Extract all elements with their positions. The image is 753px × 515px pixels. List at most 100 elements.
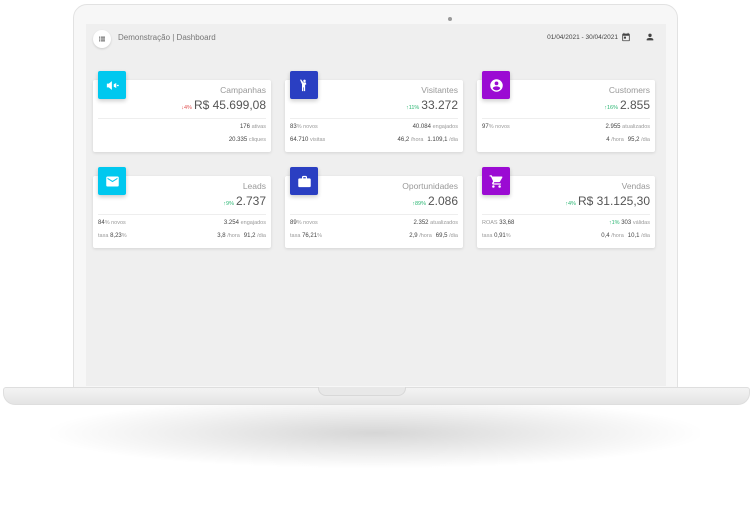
cliques-value: 20.335 (228, 137, 248, 143)
novos-label: % novos (296, 220, 318, 226)
atualizados-label: atualizados (622, 124, 650, 130)
taxa-unit: % (121, 233, 127, 239)
date-range[interactable]: 01/04/2021 - 30/04/2021 (547, 34, 618, 41)
dia-value: 1.109,1 (427, 137, 448, 143)
taxa-value: 8,23 (110, 233, 122, 239)
stat-row: 64.710 visitas (290, 137, 325, 143)
person-waving-icon (299, 78, 306, 91)
dia-label: /dia (449, 137, 458, 143)
stat-row: taxa 76,21% (290, 233, 322, 239)
email-icon (105, 176, 119, 186)
shopping-cart-icon (489, 174, 502, 188)
taxa-unit: % (505, 233, 511, 239)
vendas-card[interactable]: Vendas ↑4% R$ 31.125,30 ROAS 33,68 ↑1% 30… (477, 167, 655, 248)
stat-row: 3,8 /hora 91,2 /dia (217, 233, 266, 239)
trend-up: ↑11% (405, 105, 420, 111)
card-value: ↑11% 33.272 (406, 99, 458, 114)
leads-tile (98, 167, 126, 195)
taxa-label: taxa (290, 233, 301, 239)
trend-value: 11% (408, 105, 420, 111)
visitantes-card[interactable]: Visitantes ↑11% 33.272 83% novos 40.084 e… (285, 71, 463, 152)
engajados-value: 3.254 (223, 220, 239, 226)
dia-label: /dia (641, 233, 650, 239)
main-value: 2.855 (619, 98, 650, 112)
page-title: Demonstração | Dashboard (118, 33, 216, 42)
taxa-label: taxa (482, 233, 493, 239)
main-value: 2.086 (427, 194, 458, 208)
visitas-label: visitas (310, 137, 326, 143)
divider (98, 214, 266, 215)
calendar-icon[interactable] (621, 32, 631, 42)
hora-value: 3,8 (217, 233, 226, 239)
stat-row: 84% novos (98, 220, 126, 226)
hora-value: 0,4 (601, 233, 610, 239)
atualizados-label: atualizados (430, 220, 458, 226)
dia-label: /dia (257, 233, 266, 239)
novos-value: 89 (290, 220, 297, 226)
customers-tile (482, 71, 510, 99)
hora-value: 46,2 (397, 137, 410, 143)
list-icon (99, 36, 105, 42)
trend-value: 16% (606, 105, 618, 111)
card-value: ↑9% 2.737 (223, 195, 266, 210)
card-title: Vendas (621, 181, 650, 191)
stat-row: 20.335 cliques (229, 137, 266, 143)
stat-row: 2.352 atualizados (413, 220, 458, 226)
dia-value: 10,1 (627, 233, 640, 239)
novos-value: 84 (98, 220, 105, 226)
hora-label: /hora (410, 137, 424, 143)
menu-button[interactable] (93, 30, 111, 48)
megaphone-icon (106, 80, 119, 90)
stat-row: 46,2 /hora 1.109,1 /dia (398, 137, 458, 143)
hora-label: /hora (611, 233, 624, 239)
trend-value: 4% (567, 201, 576, 207)
roas-value: 33,68 (499, 220, 515, 226)
novos-value: 83 (290, 124, 297, 130)
atualizados-value: 2.352 (413, 220, 429, 226)
trend-up: ↑4% (565, 201, 576, 207)
card-value: ↓4% R$ 45.699,08 (181, 99, 266, 114)
main-value: 2.737 (235, 194, 266, 208)
campanhas-card[interactable]: Campanhas ↓4% R$ 45.699,08 176 ativas 20.… (93, 71, 271, 152)
leads-card[interactable]: Leads ↑9% 2.737 84% novos 3.254 engajados… (93, 167, 271, 248)
card-title: Leads (242, 181, 266, 191)
oportunidades-card[interactable]: Oportunidades ↑89% 2.086 89% novos 2.352 … (285, 167, 463, 248)
card-value: ↑16% 2.855 (604, 99, 650, 114)
dia-value: 95,2 (627, 137, 640, 143)
engajados-value: 40.084 (412, 124, 431, 130)
dia-value: 91,2 (243, 233, 256, 239)
novos-value: 97 (482, 124, 489, 130)
novos-label: % novos (104, 220, 126, 226)
oportunidades-tile (290, 167, 318, 195)
taxa-value: 76,21 (302, 233, 318, 239)
validas-value: 303 (621, 220, 632, 226)
stat-row: ↑1% 303 válidas (609, 220, 650, 226)
divider (482, 118, 650, 119)
trend-down: ↓4% (181, 105, 192, 111)
engajados-label: engajados (432, 124, 458, 130)
user-icon[interactable] (645, 32, 655, 42)
ativas-value: 176 (239, 124, 250, 130)
atualizados-value: 2.955 (605, 124, 621, 130)
taxa-value: 0,91 (494, 233, 506, 239)
trend-up: ↑1% (608, 220, 620, 226)
taxa-label: taxa (98, 233, 109, 239)
card-title: Visitantes (421, 85, 458, 95)
briefcase-icon (297, 175, 311, 187)
ativas-label: ativas (251, 124, 266, 130)
card-title: Oportunidades (402, 181, 458, 191)
stat-row: 3.254 engajados (224, 220, 266, 226)
hora-value: 4 (606, 137, 610, 143)
stat-row: 40.084 engajados (413, 124, 458, 130)
stat-row: 0,4 /hora 10,1 /dia (601, 233, 650, 239)
stat-row: ROAS 33,68 (482, 220, 514, 226)
visitas-value: 64.710 (290, 137, 309, 143)
novos-label: % novos (296, 124, 318, 130)
top-bar: Demonstração | Dashboard 01/04/2021 - 30… (86, 24, 666, 54)
main-value: 33.272 (421, 98, 458, 112)
divider (482, 214, 650, 215)
customers-card[interactable]: Customers ↑16% 2.855 97% novos 2.955 atua… (477, 71, 655, 152)
trend-value: 1% (611, 220, 620, 226)
visitantes-tile (290, 71, 318, 99)
engajados-label: engajados (240, 220, 266, 226)
